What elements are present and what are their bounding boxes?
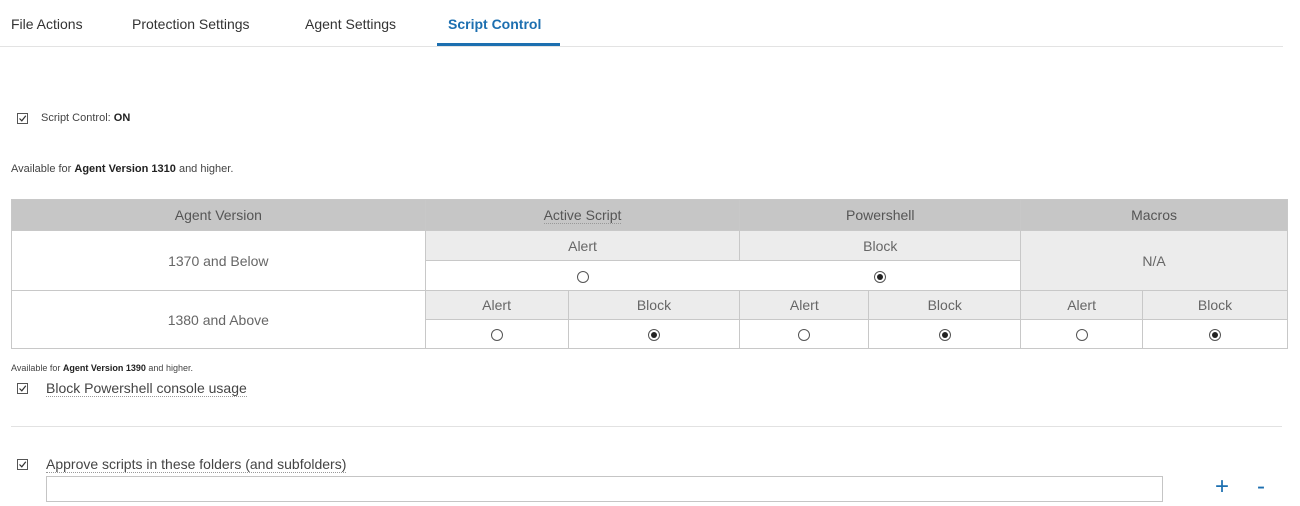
script-control-table: Agent Version Active Script Powershell M… [11,199,1288,349]
header-active-script: Active Script [424,199,741,231]
divider [11,426,1282,427]
header-powershell: Powershell [739,199,1022,231]
folder-path-input[interactable] [46,476,1163,502]
tab-file-actions[interactable]: File Actions [11,16,83,32]
availability-version: Agent Version 1390 [62,363,146,373]
availability-note-1390: Available for Agent Version 1390 and hig… [11,363,193,373]
block-console-checkbox[interactable] [17,383,28,394]
checkmark-icon [19,385,27,392]
row1-powershell-block-label: Block [739,230,1022,261]
availability-suffix: and higher. [145,363,193,373]
row2-powershell-block-label: Block [868,290,1022,320]
checkmark-icon [19,115,27,122]
row2-powershell-block-radio[interactable] [938,329,951,342]
row2-powershell-alert-radio[interactable] [798,329,811,342]
row2-powershell-block-cell [868,319,1022,349]
block-console-label: Block Powershell console usage [46,380,247,397]
row2-macros-block-cell [1142,319,1288,349]
tab-protection-settings[interactable]: Protection Settings [132,16,250,32]
table-row: 1370 and Below Alert Block N/A [11,230,1288,291]
block-console-text: Block Powershell console usage [46,380,247,397]
availability-version: Agent Version 1310 [74,163,176,175]
availability-note-1310: Available for Agent Version 1310 and hig… [11,163,233,175]
script-control-state: ON [113,112,131,124]
row1-macros-na: N/A [1020,230,1288,291]
approve-folders-label: Approve scripts in these folders (and su… [46,456,347,473]
row1-active-alert-label: Alert [424,230,741,261]
availability-prefix: Available for [11,363,63,373]
table-row: 1380 and Above Alert Block Alert Block A… [11,290,1288,349]
row2-macros-block-radio[interactable] [1209,329,1222,342]
row2-active-alert-radio[interactable] [490,329,503,342]
row2-macros-alert-radio[interactable] [1075,329,1088,342]
row2-powershell-alert-label: Alert [739,290,870,320]
tab-agent-settings[interactable]: Agent Settings [305,16,396,32]
active-tab-indicator [437,43,560,46]
row-version-1370: 1370 and Below [11,230,426,291]
availability-prefix: Available for [11,163,75,175]
row1-alert-radio[interactable] [576,270,589,283]
row1-block-radio[interactable] [874,270,886,283]
row2-active-alert-label: Alert [424,290,569,320]
table-header-row: Agent Version Active Script Powershell M… [11,199,1288,231]
row2-active-block-label: Block [567,290,741,320]
row2-macros-alert-label: Alert [1020,290,1144,320]
row-version-1380: 1380 and Above [11,290,426,349]
row2-active-block-radio[interactable] [647,329,660,342]
row2-macros-block-label: Block [1142,290,1288,320]
row2-active-alert-cell [424,319,569,349]
header-macros: Macros [1020,199,1288,231]
approve-folders-checkbox[interactable] [17,459,28,470]
row2-powershell-alert-cell [739,319,870,349]
remove-folder-button[interactable]: - [1257,475,1265,499]
checkmark-icon [19,461,27,468]
availability-suffix: and higher. [175,163,234,175]
approve-folders-text: Approve scripts in these folders (and su… [46,456,347,473]
row2-macros-alert-cell [1020,319,1144,349]
header-agent-version: Agent Version [11,199,426,231]
script-control-label: Script Control: [41,112,111,124]
header-active-script-label: Active Script [543,207,622,224]
row1-block-radio-cell [739,260,1022,291]
tab-bar: File Actions Protection Settings Agent S… [0,0,1283,47]
script-control-status: Script Control: ON [41,112,130,124]
row1-active-radio-cell [424,260,740,291]
row2-active-block-cell [567,319,741,349]
add-folder-button[interactable]: + [1215,475,1229,499]
tab-script-control[interactable]: Script Control [448,16,541,32]
script-control-checkbox[interactable] [17,113,28,124]
